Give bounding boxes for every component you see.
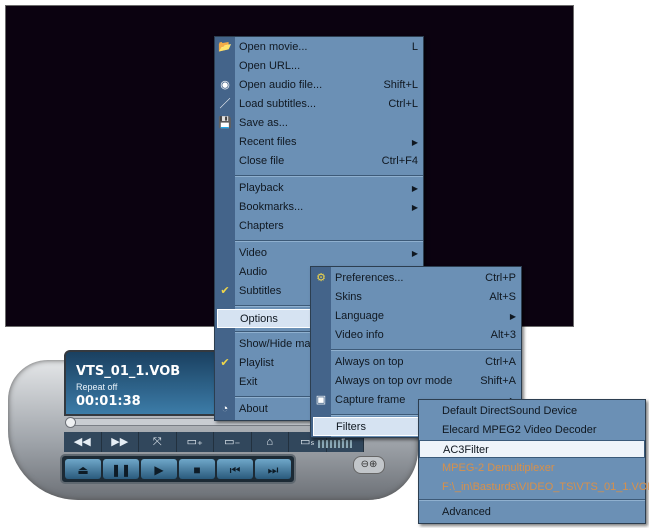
menu-load-subtitles[interactable]: Load subtitles... Ctrl+L — [235, 95, 423, 114]
menu-preferences[interactable]: Preferences... Ctrl+P — [331, 269, 521, 288]
menu-label: Playlist — [239, 357, 274, 369]
menu-label: Subtitles — [239, 285, 282, 297]
subtitles-pen-icon: ／ — [219, 98, 231, 110]
filter-elecard-decoder[interactable]: Elecard MPEG2 Video Decoder — [419, 421, 645, 439]
menu-shortcut: Ctrl+L — [388, 98, 418, 110]
capture-button[interactable]: ⌂ — [252, 432, 289, 452]
menu-always-on-top[interactable]: Always on top Ctrl+A — [331, 353, 521, 372]
about-info-icon: ◔ — [221, 403, 229, 415]
fast-forward-button[interactable]: ▶▶ — [102, 432, 139, 452]
menu-separator — [235, 175, 423, 177]
rewind-button[interactable]: ◀◀ — [64, 432, 102, 452]
menu-label: Skins — [335, 291, 362, 303]
pause-button[interactable]: ❚❚ — [103, 459, 139, 479]
play-button[interactable]: ▶ — [141, 459, 177, 479]
menu-recent-files[interactable]: Recent files ▶ — [235, 133, 423, 152]
menu-shortcut: Ctrl+A — [485, 356, 516, 368]
open-folder-icon: 📂 — [218, 41, 232, 53]
menu-label: Playback — [239, 182, 284, 194]
menu-label: Video info — [335, 329, 384, 341]
menu-shortcut: Ctrl+F4 — [381, 155, 418, 167]
menu-shortcut: Shift+A — [480, 375, 516, 387]
menu-label: Always on top — [335, 356, 404, 368]
menu-save-as[interactable]: Save as... — [235, 114, 423, 133]
submenu-arrow-icon: ▶ — [509, 312, 516, 321]
menu-label: About — [239, 403, 268, 415]
menu-label: Save as... — [239, 117, 288, 129]
menu-open-url[interactable]: Open URL... — [235, 57, 423, 76]
menu-shortcut: Shift+L — [383, 79, 418, 91]
menu-label: Video — [239, 247, 267, 259]
volume-buttons[interactable]: ⊖⊕ — [353, 456, 385, 474]
stop-button[interactable]: ■ — [179, 459, 215, 479]
menu-playback[interactable]: Playback ▶ — [235, 179, 423, 198]
eject-button[interactable]: ⏏ — [65, 459, 101, 479]
menu-label: Preferences... — [335, 272, 404, 284]
filter-advanced[interactable]: Advanced — [419, 503, 645, 521]
seek-knob[interactable] — [65, 417, 76, 428]
menu-video[interactable]: Video ▶ — [235, 244, 423, 263]
time-display: 00:01:38 — [76, 394, 141, 409]
file-name: VTS_01_1.VOB — [76, 364, 181, 379]
menu-separator — [235, 240, 423, 242]
fullscreen-button[interactable]: ⤧ — [139, 432, 177, 452]
transport-controls: ⏏ ❚❚ ▶ ■ ⏮ ⏭ — [60, 454, 296, 484]
menu-label: Filters — [336, 421, 366, 433]
menu-open-audio-file[interactable]: Open audio file... Shift+L — [235, 76, 423, 95]
menu-label: Open audio file... — [239, 79, 323, 91]
menu-separator — [331, 349, 521, 351]
menu-separator — [419, 499, 645, 501]
filter-directsound[interactable]: Default DirectSound Device — [419, 402, 645, 420]
menu-open-movie[interactable]: Open movie... L — [235, 38, 423, 57]
menu-label: Open URL... — [239, 60, 301, 72]
filter-source-file: F:\_in\Basturds\VIDEO_TS\VTS_01_1.VOB — [442, 481, 649, 493]
menu-skins[interactable]: Skins Alt+S — [331, 288, 521, 307]
menu-label: Show/Hide mai — [239, 338, 313, 350]
menu-label: Always on top ovr mode — [335, 375, 453, 387]
menu-label: Recent files — [239, 136, 297, 148]
menu-label: Capture frame — [335, 394, 406, 406]
menu-video-info[interactable]: Video info Alt+3 — [331, 326, 521, 345]
repeat-status: Repeat off — [76, 382, 118, 392]
menu-label: Bookmarks... — [239, 201, 304, 213]
preferences-icon: ⚙ — [316, 272, 326, 284]
previous-button[interactable]: ⏮ — [217, 459, 253, 479]
submenu-arrow-icon: ▶ — [411, 184, 418, 193]
submenu-arrow-icon: ▶ — [411, 203, 418, 212]
subtitles-check-icon: ✔ — [220, 285, 230, 297]
playlist-check-icon: ✔ — [220, 357, 230, 369]
menu-label: Load subtitles... — [239, 98, 317, 110]
zoom-out-button[interactable]: ▭₋ — [214, 432, 252, 452]
filter-ac3filter[interactable]: AC3Filter — [419, 440, 645, 458]
camera-icon: ▣ — [315, 394, 327, 406]
save-disk-icon: 💾 — [218, 117, 232, 129]
menu-bookmarks[interactable]: Bookmarks... ▶ — [235, 198, 423, 217]
menu-close-file[interactable]: Close file Ctrl+F4 — [235, 152, 423, 171]
menu-label: Options — [240, 313, 278, 325]
menu-label: Language — [335, 310, 384, 322]
submenu-arrow-icon: ▶ — [411, 138, 418, 147]
menu-always-on-top-ovr[interactable]: Always on top ovr mode Shift+A — [331, 372, 521, 391]
menu-label: Exit — [239, 376, 258, 388]
menu-shortcut: L — [411, 41, 418, 53]
menu-shortcut: Alt+3 — [490, 329, 516, 341]
audio-disc-icon: ◉ — [220, 79, 230, 91]
menu-label: Audio — [239, 266, 268, 278]
menu-shortcut: Alt+S — [489, 291, 516, 303]
menu-label: Chapters — [239, 220, 284, 232]
menu-label: Close file — [239, 155, 285, 167]
next-button[interactable]: ⏭ — [255, 459, 291, 479]
zoom-in-button[interactable]: ▭₊ — [177, 432, 214, 452]
volume-grip-icon — [318, 440, 352, 448]
menu-gutter — [311, 267, 331, 437]
menu-chapters[interactable]: Chapters — [235, 217, 423, 236]
menu-language[interactable]: Language ▶ — [331, 307, 521, 326]
filters-submenu: Default DirectSound Device Elecard MPEG2… — [418, 399, 649, 524]
submenu-arrow-icon: ▶ — [411, 249, 418, 258]
menu-shortcut: Ctrl+P — [485, 272, 516, 284]
filter-mpeg2-demultiplexer: MPEG-2 Demultiplexer — [442, 462, 555, 474]
menu-label: Open movie... — [239, 41, 308, 53]
